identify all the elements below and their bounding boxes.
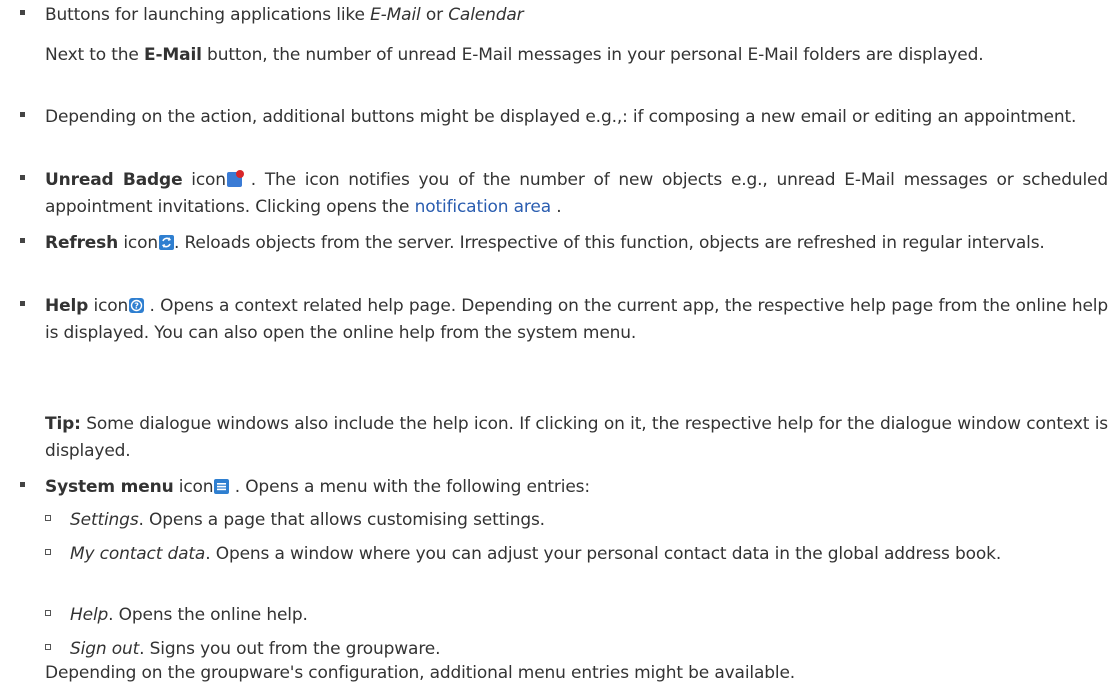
text-span: or	[420, 5, 449, 25]
text-span: Depending on the groupware's configurati…	[45, 663, 796, 683]
system-menu-icon	[214, 479, 230, 494]
list-item-text: Unread Badge icon . The icon notifies yo…	[45, 167, 1108, 220]
text-span: . Opens the online help.	[108, 605, 308, 625]
sub-item-text: My contact data. Opens a window where yo…	[70, 541, 1108, 568]
italic-calendar: Calendar	[448, 5, 524, 25]
italic-label: Help	[70, 605, 109, 625]
italic-label: Sign out	[70, 639, 140, 659]
text-span: . Reloads objects from the server. Irres…	[174, 233, 1045, 253]
italic-label: Settings	[70, 510, 139, 530]
bullet-icon	[20, 175, 25, 180]
italic-label: My contact data	[70, 544, 206, 564]
sub-item-help: Help. Opens the online help.	[45, 602, 1108, 629]
text-span: icon	[118, 233, 159, 253]
paragraph-additional-entries: Depending on the groupware's configurati…	[45, 660, 1108, 687]
list-item-system-menu: System menu icon . Opens a menu with the…	[20, 474, 1108, 501]
text-span: icon	[182, 170, 226, 190]
bullet-icon	[20, 482, 25, 487]
bullet-icon	[20, 10, 25, 15]
sub-item-text: Sign out. Signs you out from the groupwa…	[70, 636, 1108, 663]
unread-badge-icon	[226, 170, 244, 187]
refresh-icon	[159, 235, 175, 250]
list-item-additional-buttons: Depending on the action, additional butt…	[20, 104, 1108, 131]
text-span: Some dialogue windows also include the h…	[45, 414, 1108, 461]
list-item-text: Buttons for launching applications like …	[45, 2, 1108, 29]
help-document: Buttons for launching applications like …	[0, 0, 1114, 692]
list-item-text: System menu icon . Opens a menu with the…	[45, 474, 1108, 501]
paragraph-tip: Tip: Some dialogue windows also include …	[45, 411, 1108, 464]
bold-tip: Tip:	[45, 414, 81, 434]
text-span: icon	[173, 477, 214, 497]
bold-email: E-Mail	[143, 45, 202, 65]
svg-text:?: ?	[134, 302, 139, 311]
list-item-text: Refresh icon . Reloads objects from the s…	[45, 230, 1108, 257]
text-span: .	[550, 196, 562, 217]
paragraph-email-count: Next to the E-Mail button, the number of…	[45, 42, 1108, 69]
sub-item-my-contact-data: My contact data. Opens a window where yo…	[45, 541, 1108, 568]
list-item-text: Depending on the action, additional butt…	[45, 107, 1077, 127]
text-span: Buttons for launching applications like	[45, 5, 371, 25]
text-span: . Opens a context related help page. Dep…	[45, 296, 1108, 343]
list-item-launch-buttons: Buttons for launching applications like …	[20, 2, 1108, 29]
bold-refresh: Refresh	[45, 233, 119, 253]
sub-bullet-icon	[45, 515, 51, 521]
text-span: . Signs you out from the groupware.	[139, 639, 441, 659]
list-item-unread-badge: Unread Badge icon . The icon notifies yo…	[20, 167, 1108, 220]
bullet-icon	[20, 238, 25, 243]
text-span: Next to the	[45, 45, 144, 65]
sub-bullet-icon	[45, 644, 51, 650]
list-item-help: Help icon? . Opens a context related hel…	[20, 293, 1108, 346]
text-span: icon	[88, 296, 129, 316]
italic-email: E-Mail	[370, 5, 421, 25]
sub-item-sign-out: Sign out. Signs you out from the groupwa…	[45, 636, 1108, 663]
notification-area-link[interactable]: notification area	[415, 197, 552, 217]
sub-item-text: Settings. Opens a page that allows custo…	[70, 507, 1108, 534]
text-span: . Opens a window where you can adjust yo…	[205, 544, 1002, 564]
list-item-text: Help icon? . Opens a context related hel…	[45, 293, 1108, 346]
help-icon: ?	[129, 298, 145, 313]
sub-bullet-icon	[45, 549, 51, 555]
sub-bullet-icon	[45, 610, 51, 616]
bullet-icon	[20, 301, 25, 306]
bold-system-menu: System menu	[45, 477, 174, 497]
text-span: . Opens a menu with the following entrie…	[229, 477, 590, 497]
bold-help: Help	[45, 296, 89, 316]
text-span: button, the number of unread E-Mail mess…	[201, 45, 984, 65]
sub-item-settings: Settings. Opens a page that allows custo…	[45, 507, 1108, 534]
sub-item-text: Help. Opens the online help.	[70, 602, 1108, 629]
text-span: . Opens a page that allows customising s…	[138, 510, 546, 530]
list-item-refresh: Refresh icon . Reloads objects from the s…	[20, 230, 1108, 257]
bold-unread-badge: Unread Badge	[45, 170, 183, 190]
bullet-icon	[20, 112, 25, 117]
